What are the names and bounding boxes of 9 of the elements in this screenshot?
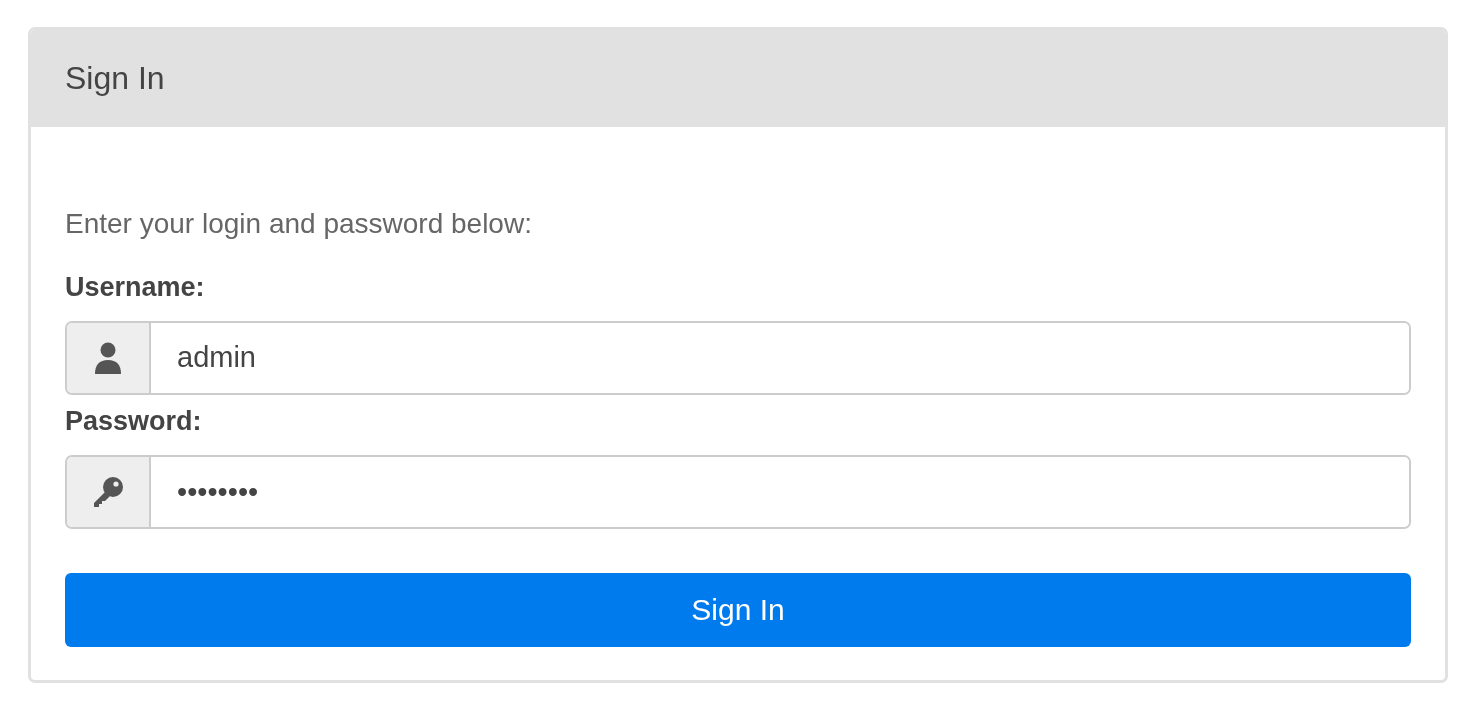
user-icon (94, 342, 122, 374)
input-field[interactable]: admin (65, 321, 1411, 395)
field-label: Password: (65, 405, 203, 438)
field-label: Username: (65, 270, 206, 303)
sign-in-button[interactable]: Sign In (65, 573, 1411, 648)
key-icon (92, 476, 124, 509)
input-field[interactable]: •••••••• (65, 455, 1411, 530)
panel-title: Sign In (65, 60, 165, 97)
instructions-text: Enter your login and password below: (65, 207, 533, 241)
